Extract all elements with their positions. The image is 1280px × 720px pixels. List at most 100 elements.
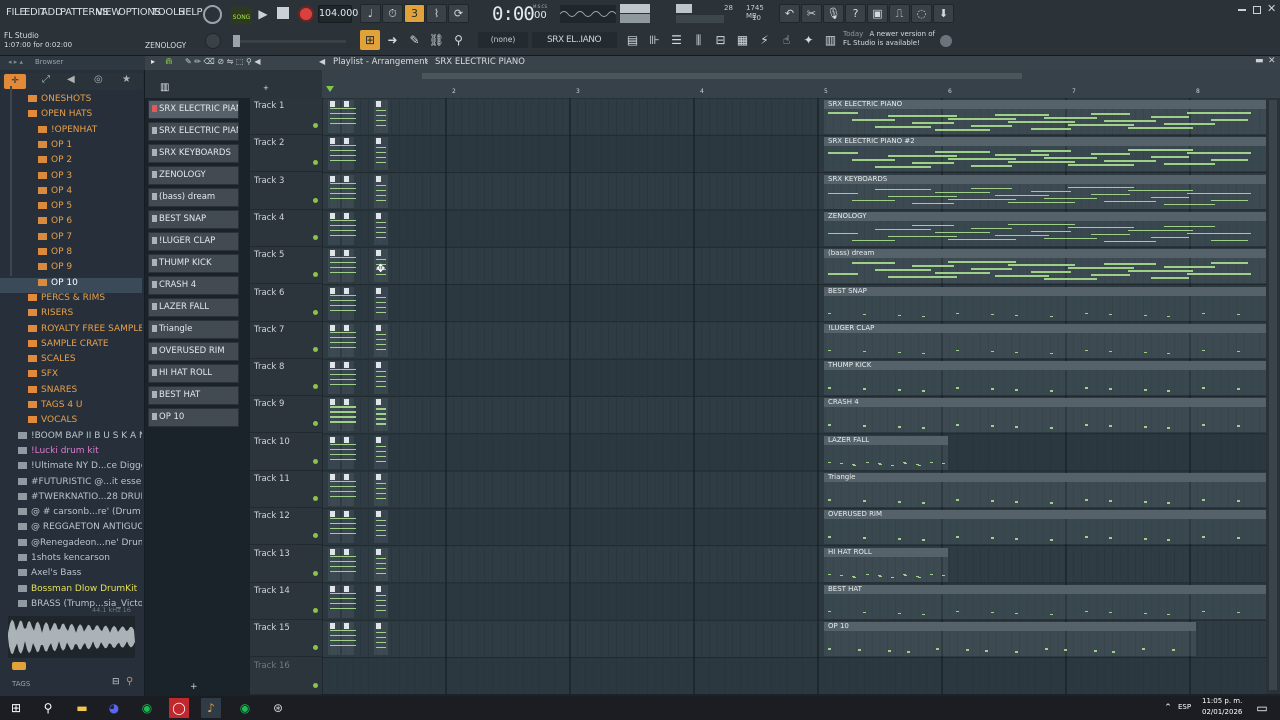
tray-time[interactable]: 11:05 p. m. [1202,697,1242,705]
pattern-clip[interactable] [328,286,340,320]
pattern-clip[interactable]: BEST HAT [824,584,1266,619]
browser-item[interactable]: RISERS [0,308,142,323]
picker-pattern-item[interactable]: BEST SNAP [148,210,239,229]
browser-item[interactable]: !Lucki drum kit [0,446,142,461]
pattern-clip[interactable]: LAZER FALL [824,435,948,470]
magnet-icon[interactable]: ⋒ [165,57,173,67]
browser-item[interactable]: SNARES [0,385,142,400]
scroll-thumb[interactable] [1269,100,1277,690]
track-header[interactable]: Track 13 [250,546,322,583]
pattern-clip[interactable] [342,249,354,283]
browser-item[interactable]: OP 10 [0,277,142,293]
browser-search-icon[interactable]: ◎ [94,74,103,85]
pattern-clip[interactable] [374,398,388,432]
picker-pattern-item[interactable]: SRX KEYBOARDS [148,144,239,163]
track-mute-led[interactable] [313,496,318,501]
browser-item[interactable]: ONESHOTS [0,94,142,109]
pattern-clip[interactable] [374,211,388,245]
browser-item[interactable]: !BOOM BAP II B U S K A N A [0,431,142,446]
song-mode-indicator[interactable]: SONG [231,7,252,24]
tools-icon[interactable]: ✂ [801,4,822,23]
picker-pattern-item[interactable]: HI HAT ROLL [148,364,239,383]
search-icon[interactable]: ⚲ [38,698,58,718]
playlist-nav-icon[interactable]: ◀ [319,57,325,66]
add-pattern-icon[interactable]: + [190,682,198,692]
close-window-icon[interactable]: ✕ [1267,2,1276,15]
track-mute-led[interactable] [313,123,318,128]
picker-pattern-item[interactable]: OVERUSED RIM [148,342,239,361]
tag-search-icon[interactable]: ⚲ [126,676,133,687]
pattern-clip[interactable] [342,323,354,357]
browser-item[interactable]: 1shots kencarson [0,553,142,568]
opera-icon[interactable]: ◯ [169,698,189,718]
browser-item[interactable]: !Ultimate NY D...ce Digger...) [0,461,142,476]
browser-item[interactable]: OPEN HATS [0,109,142,124]
track-mute-led[interactable] [313,234,318,240]
pattern-clip[interactable]: HI HAT ROLL [824,547,948,582]
windows-start-icon[interactable]: ⊞ [6,698,26,718]
notification-icon[interactable]: ▭ [1252,698,1272,718]
picker-pattern-item[interactable]: LAZER FALL [148,298,239,317]
pattern-clip[interactable] [374,435,388,469]
picker-pattern-item[interactable]: ZENOLOGY [148,166,239,185]
pattern-clip[interactable] [328,473,340,506]
pattern-clip[interactable]: Triangle [824,473,1266,507]
track-mute-led[interactable] [313,197,318,203]
pattern-clip[interactable] [328,547,340,581]
playlist-tools-icon[interactable]: ✎ ✏ ⌫ ⊘ ⇋ ⬚ ⚲ ◀ [185,57,261,66]
playlist-vertical-scrollbar[interactable] [1266,98,1280,694]
browser-item[interactable]: PERCS & RIMS [0,293,142,308]
fl-studio-taskbar-icon[interactable]: ♪ [201,698,221,718]
pattern-clip[interactable] [374,286,388,320]
menu-file[interactable]: FILE [6,7,26,18]
pattern-clip[interactable] [374,361,388,395]
browser-item[interactable]: @ # carsonb...re' (Drum Kit) [0,507,142,522]
tag-filter-icon[interactable]: ⊟ [112,677,120,687]
browser-item[interactable]: #FUTURISTIC @...it essentials [0,477,142,492]
browser-item[interactable]: ROYALTY FREE SAMPLES [0,324,142,339]
pattern-clip[interactable] [342,622,354,656]
track-mute-led[interactable] [313,272,318,278]
picker-pattern-item[interactable]: OP 10 [148,408,239,427]
pattern-song-toggle-knob[interactable] [203,5,222,24]
download-icon[interactable]: ⬇ [933,4,954,23]
tempo-display[interactable]: 104.000 [318,5,358,23]
arrow-right-icon[interactable]: ➜ [382,30,403,50]
help-icon[interactable]: ? [845,4,866,23]
time-display[interactable]: 0:00 M:S:CS 00 [486,1,554,27]
maximize-icon[interactable] [1253,6,1261,14]
picker-pattern-item[interactable]: SRX ELECTRIC PIANO [148,100,239,119]
pattern-clip[interactable] [342,584,354,618]
pattern-clip[interactable] [374,584,388,618]
track-header[interactable]: Track 5 [250,247,322,285]
browser-item[interactable]: OP 8 [0,247,142,262]
tray-chevron-icon[interactable]: ⌃ [1158,698,1178,718]
pattern-clip[interactable] [328,137,340,171]
wait-input-icon[interactable]: ⏱ [382,4,403,23]
pattern-selector[interactable]: SRX EL..IANO [532,32,617,48]
pattern-dropdown-none[interactable]: (none) [478,32,528,48]
volume-slider[interactable] [620,4,650,13]
browser-item[interactable]: !OPENHAT [0,125,142,140]
plugin-icon[interactable]: ⚡ [754,30,775,50]
browser-item[interactable]: Axel's Bass [0,568,142,583]
pattern-clip[interactable]: THUMP KICK [824,361,1266,396]
pattern-clip[interactable] [342,435,354,469]
track-mute-led[interactable] [313,533,318,539]
browser-star-icon[interactable]: ★ [122,74,131,85]
playlist-close-icon[interactable]: ✕ [1268,56,1276,66]
pattern-clip[interactable] [342,286,354,320]
browser-item[interactable]: VOCALS [0,415,142,430]
pattern-clip[interactable] [342,174,354,208]
browser-back-icon[interactable]: ◀ [67,74,75,85]
track-header[interactable]: Track 3 [250,173,322,210]
track-mute-led[interactable] [313,458,318,464]
track-mute-led[interactable] [313,309,318,315]
pattern-clip[interactable] [328,435,340,469]
pattern-clip[interactable] [342,211,354,245]
picker-pattern-item[interactable]: SRX ELECTRIC PIANO #2 [148,122,239,141]
browser-item[interactable]: OP 3 [0,171,142,186]
track-header[interactable]: Track 12 [250,508,322,546]
picker-pattern-item[interactable]: Triangle [148,320,239,339]
stop-icon[interactable] [277,7,289,19]
